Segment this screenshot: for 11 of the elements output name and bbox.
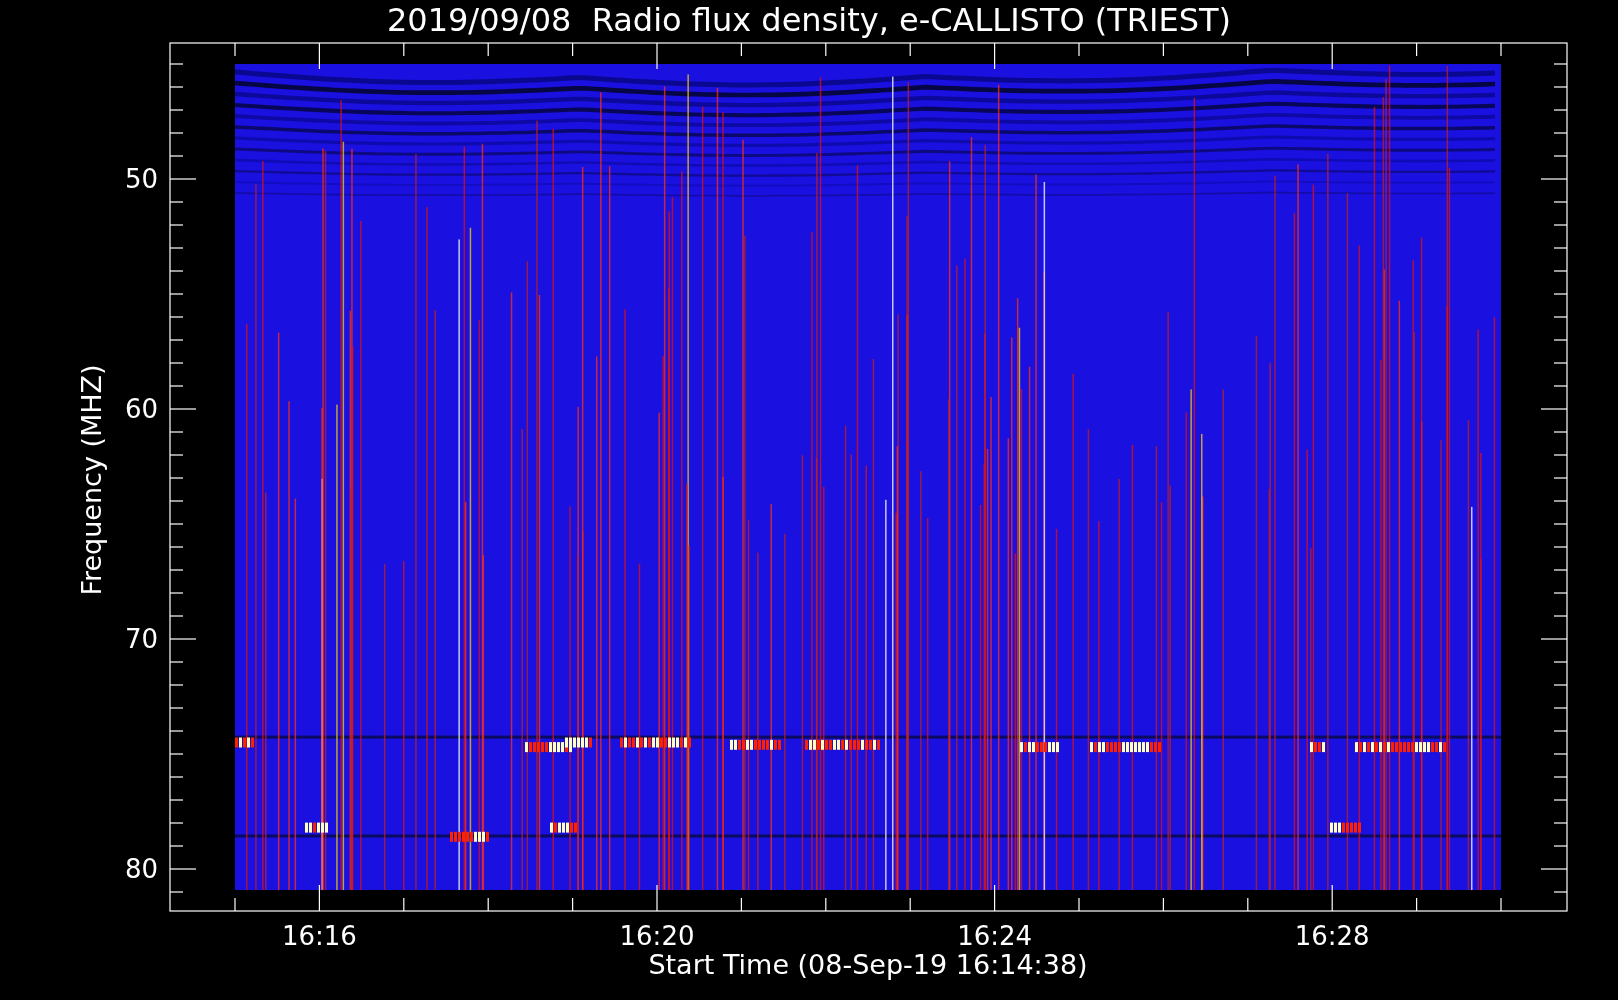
y-tick-label: 80 [124, 854, 158, 884]
x-axis-title: Start Time (08-Sep-19 16:14:38) [648, 949, 1088, 980]
chart-title: 2019/09/08 Radio flux density, e-CALLISTO (TRIEST) [386, 1, 1232, 39]
x-tick-label: 16:20 [619, 921, 695, 951]
x-tick-label: 16:16 [281, 921, 357, 951]
y-tick-label: 60 [124, 394, 158, 424]
y-tick-label: 70 [124, 624, 158, 654]
x-tick-label: 16:24 [957, 921, 1033, 951]
x-tick-label: 16:28 [1294, 921, 1370, 951]
y-axis-title: Frequency (MHZ) [76, 364, 107, 596]
y-tick-label: 50 [124, 164, 158, 194]
